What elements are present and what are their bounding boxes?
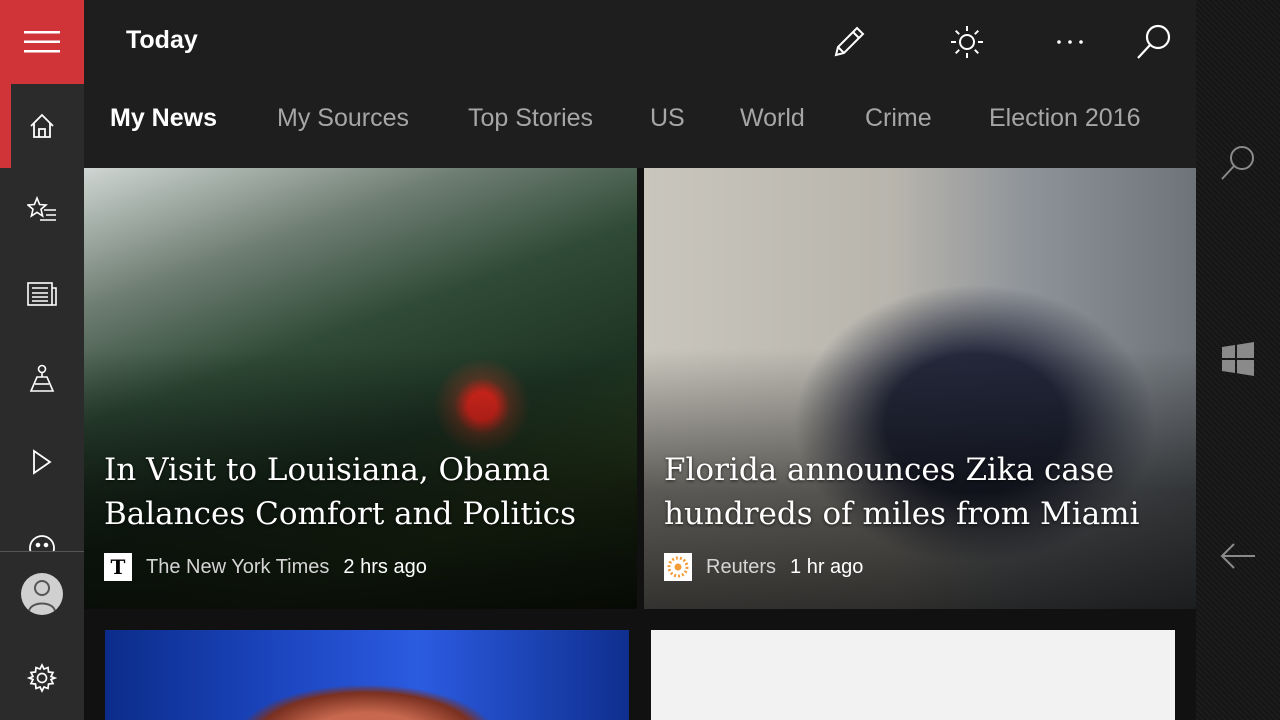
article-meta: Reuters 1 hr ago xyxy=(664,553,863,581)
tab-my-news[interactable]: My News xyxy=(110,104,217,133)
article-title: Florida announces Zika case hundreds of … xyxy=(664,452,1140,532)
tab-election-2016[interactable]: Election 2016 xyxy=(989,104,1141,133)
rail-item-video[interactable] xyxy=(0,420,84,504)
article-title: In Visit to Louisiana, Obama Balances Co… xyxy=(104,452,577,532)
system-bar xyxy=(1196,0,1280,720)
brightness-icon xyxy=(951,26,983,58)
rail-item-news[interactable] xyxy=(0,252,84,336)
left-rail xyxy=(0,0,84,720)
windows-start-button[interactable] xyxy=(1196,342,1280,376)
search-button[interactable] xyxy=(1134,22,1174,62)
news-card[interactable]: Florida announces Zika case hundreds of … xyxy=(644,168,1196,609)
source-name: Reuters xyxy=(706,555,777,578)
rail-item-local[interactable] xyxy=(0,336,84,420)
tab-my-sources[interactable]: My Sources xyxy=(277,104,409,133)
emoji-icon xyxy=(29,535,55,551)
news-icon xyxy=(27,282,57,306)
favorites-icon xyxy=(27,196,56,221)
category-tabs: My News My Sources Top Stories US World … xyxy=(84,84,1196,168)
news-card[interactable]: In Visit to Louisiana, Obama Balances Co… xyxy=(84,168,637,609)
timestamp: 2 hrs ago xyxy=(343,555,427,578)
tab-crime[interactable]: Crime xyxy=(865,104,932,133)
nyt-logo-icon: T xyxy=(104,553,132,581)
settings-button[interactable] xyxy=(0,636,84,720)
more-button[interactable] xyxy=(1050,22,1090,62)
back-icon xyxy=(1220,543,1255,569)
rail-item-favorites[interactable] xyxy=(0,168,84,252)
search-icon xyxy=(1221,146,1254,180)
system-back-button[interactable] xyxy=(1196,540,1280,572)
news-feed: In Visit to Louisiana, Obama Balances Co… xyxy=(84,168,1196,720)
news-card[interactable] xyxy=(651,630,1175,720)
account-button[interactable] xyxy=(0,552,84,636)
person-icon xyxy=(28,580,56,612)
system-search-button[interactable] xyxy=(1196,144,1280,182)
edit-icon xyxy=(834,26,865,57)
tab-top-stories[interactable]: Top Stories xyxy=(468,104,593,133)
rail-item-home[interactable] xyxy=(0,84,84,168)
video-icon xyxy=(33,449,52,475)
top-bar: Today xyxy=(84,0,1196,84)
hamburger-icon xyxy=(24,31,60,53)
avatar xyxy=(21,573,63,615)
brightness-button[interactable] xyxy=(947,22,987,62)
gear-icon xyxy=(27,663,57,693)
local-icon xyxy=(29,364,55,392)
rail-item-emoji[interactable] xyxy=(0,504,84,551)
article-meta: T The New York Times 2 hrs ago xyxy=(104,553,427,581)
tab-world[interactable]: World xyxy=(740,104,805,133)
edit-button[interactable] xyxy=(829,22,869,62)
tab-us[interactable]: US xyxy=(650,104,685,133)
source-name: The New York Times xyxy=(146,555,330,578)
search-icon xyxy=(1137,24,1171,59)
more-icon xyxy=(1057,40,1083,44)
hamburger-menu-button[interactable] xyxy=(0,0,84,84)
reuters-logo-icon xyxy=(664,553,692,581)
windows-icon xyxy=(1222,342,1254,376)
home-icon xyxy=(30,113,54,138)
page-title: Today xyxy=(126,26,198,54)
news-card[interactable] xyxy=(105,630,629,720)
timestamp: 1 hr ago xyxy=(790,555,864,578)
